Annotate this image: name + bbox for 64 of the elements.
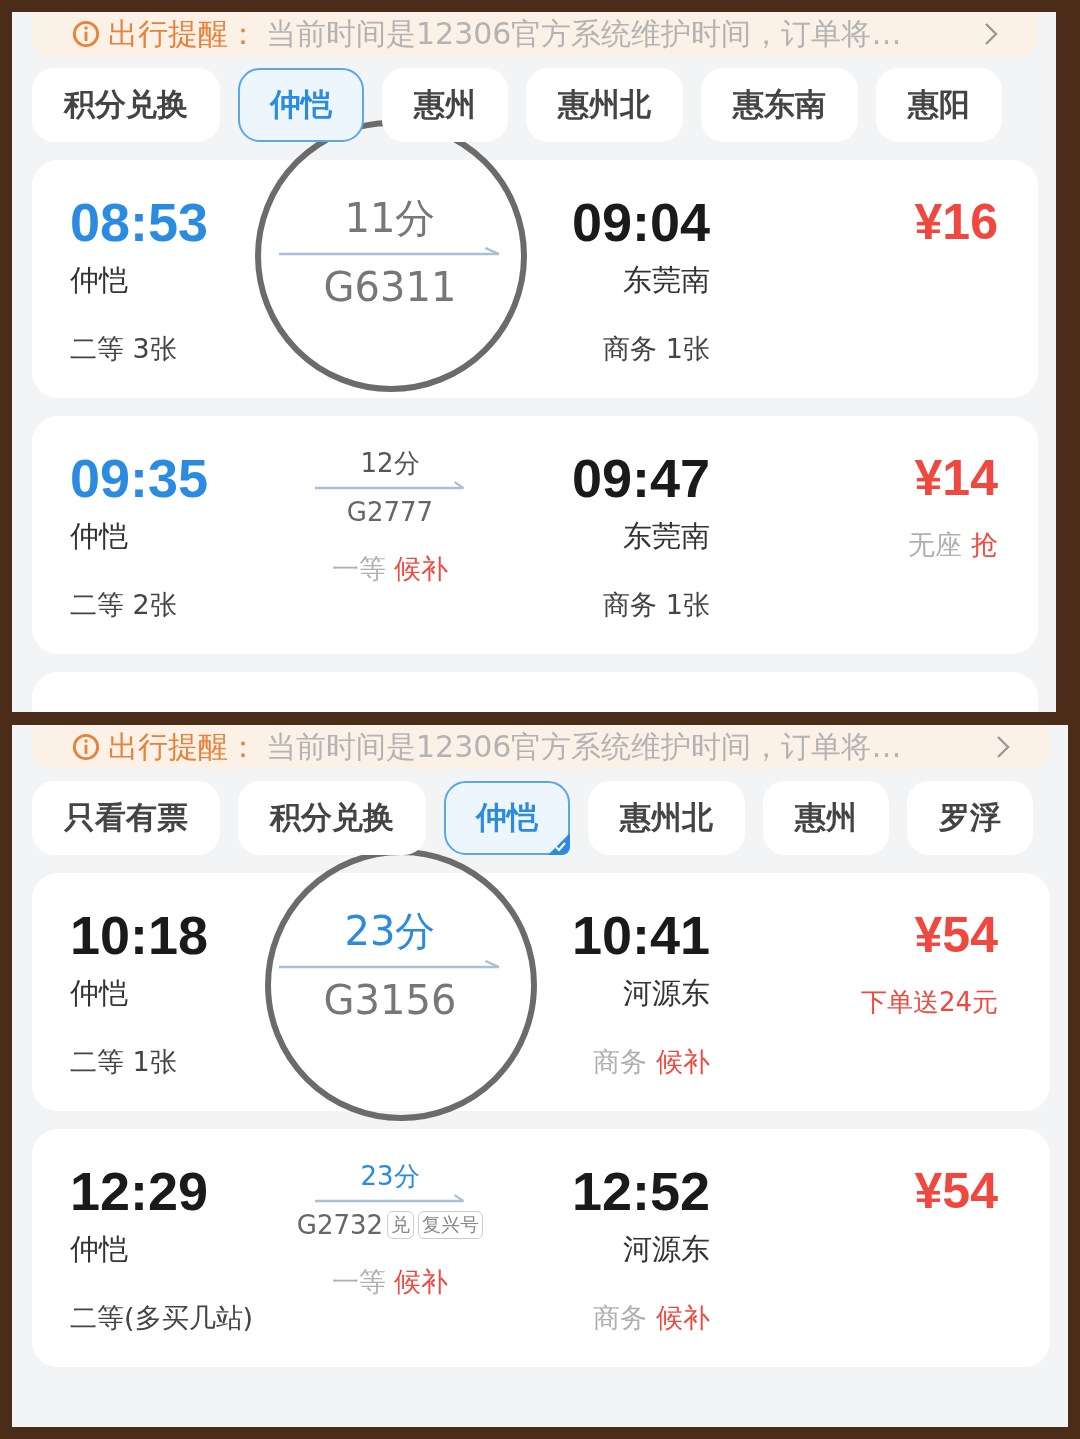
departure-time: 10:18 bbox=[70, 904, 210, 967]
seat-info: 无座 抢 bbox=[908, 528, 998, 562]
arrival-time: 12:52 bbox=[571, 1160, 710, 1223]
station-tab[interactable]: 惠州 bbox=[763, 781, 889, 855]
notice-text: 当前时间是12306官方系统维护时间，订单将… bbox=[266, 14, 903, 53]
arrival-station: 东莞南 bbox=[623, 518, 710, 555]
station-tab[interactable]: 惠阳 bbox=[876, 68, 1002, 142]
station-tab[interactable]: 只看有票 bbox=[32, 781, 220, 855]
departure-time: 09:35 bbox=[70, 447, 210, 510]
seat-info: 二等 1张 bbox=[70, 1045, 177, 1079]
info-icon bbox=[72, 20, 100, 48]
notice-label: 出行提醒： bbox=[108, 727, 258, 766]
arrival-station: 东莞南 bbox=[623, 262, 710, 299]
arrival-station: 河源东 bbox=[623, 1231, 710, 1268]
seat-info: 二等 2张 bbox=[70, 588, 177, 622]
station-tab[interactable]: 惠州 bbox=[382, 68, 508, 142]
train-card[interactable]: 10:18 仲恺 二等 1张 23分 G3156 10:41 河源东 商务 候补 ¥54 下单送24元 bbox=[32, 873, 1050, 1111]
seat-info: 商务 候补 bbox=[593, 1301, 710, 1335]
arrival-time: 09:47 bbox=[571, 447, 710, 510]
station-tab[interactable]: 惠州北 bbox=[588, 781, 745, 855]
arrival-time: 10:41 bbox=[571, 904, 710, 967]
station-tab[interactable]: 惠东南 bbox=[701, 68, 858, 142]
seat-info: 二等 3张 bbox=[70, 332, 177, 366]
station-tab[interactable]: 惠州北 bbox=[526, 68, 683, 142]
price: ¥14 bbox=[914, 449, 998, 508]
departure-station: 仲恺 bbox=[70, 518, 129, 555]
seat-info: 一等 候补 bbox=[331, 1265, 449, 1299]
notice-label: 出行提醒： bbox=[108, 14, 258, 53]
price: ¥16 bbox=[914, 193, 998, 252]
train-card[interactable]: 08:53 仲恺 二等 3张 11分 G6311 09:04 东莞南 商务 1张 ¥16 bbox=[32, 160, 1038, 398]
arrival-station: 河源东 bbox=[623, 975, 710, 1012]
seat-info: 商务 候补 bbox=[593, 1045, 710, 1079]
train-card[interactable]: 12:29 仲恺 二等(多买几站) 23分 G2732 兑 复兴号 一等 候补 12:52 河源东 商务 候补 ¥54 bbox=[32, 1129, 1050, 1367]
train-number: G2777 bbox=[346, 497, 434, 527]
chevron-icon bbox=[996, 735, 1010, 759]
train-number: G3156 bbox=[323, 977, 457, 1023]
departure-station: 仲恺 bbox=[70, 975, 129, 1012]
train-tag: 复兴号 bbox=[418, 1211, 484, 1239]
notice-text: 当前时间是12306官方系统维护时间，订单将… bbox=[266, 727, 903, 766]
chevron-icon bbox=[984, 22, 998, 46]
arrival-time: 09:04 bbox=[571, 191, 710, 254]
departure-station: 仲恺 bbox=[70, 1231, 129, 1268]
departure-station: 仲恺 bbox=[70, 262, 129, 299]
station-tab[interactable]: 积分兑换 bbox=[238, 781, 426, 855]
seat-info: 商务 1张 bbox=[603, 588, 710, 622]
train-tag: 兑 bbox=[387, 1211, 415, 1239]
train-card[interactable]: 09:35 仲恺 二等 2张 12分 G2777 一等 候补 09:47 东莞南 商务 1张 ¥14 无座 抢 bbox=[32, 416, 1038, 654]
seat-info: 一等 候补 bbox=[331, 552, 449, 586]
departure-time: 08:53 bbox=[70, 191, 210, 254]
station-tab[interactable]: 积分兑换 bbox=[32, 68, 220, 142]
seat-info: 二等(多买几站) bbox=[70, 1301, 254, 1335]
info-icon bbox=[72, 733, 100, 761]
train-number: G6311 bbox=[323, 264, 457, 310]
train-number: G2732 bbox=[296, 1210, 384, 1240]
promo-text: 下单送24元 bbox=[860, 985, 998, 1019]
price: ¥54 bbox=[914, 906, 998, 965]
duration: 12分 bbox=[360, 447, 420, 480]
price: ¥54 bbox=[914, 1162, 998, 1221]
seat-info: 商务 1张 bbox=[603, 332, 710, 366]
duration: 23分 bbox=[344, 907, 436, 956]
departure-time: 12:29 bbox=[70, 1160, 210, 1223]
duration: 23分 bbox=[360, 1160, 420, 1193]
duration: 11分 bbox=[344, 194, 436, 243]
station-tab[interactable]: 罗浮 bbox=[907, 781, 1033, 855]
